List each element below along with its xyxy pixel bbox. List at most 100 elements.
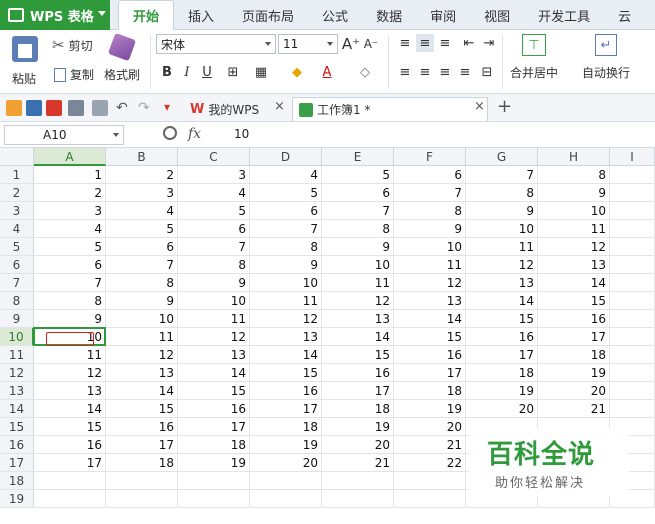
table-cell[interactable]: 18 (538, 346, 610, 364)
table-cell[interactable] (34, 490, 106, 508)
table-cell[interactable]: 9 (178, 274, 250, 292)
table-cell[interactable] (610, 238, 655, 256)
row-header[interactable]: 5 (0, 238, 34, 256)
table-cell[interactable] (610, 202, 655, 220)
table-cell[interactable]: 10 (538, 202, 610, 220)
table-cell[interactable]: 5 (250, 184, 322, 202)
table-cell[interactable] (322, 472, 394, 490)
table-cell[interactable]: 3 (178, 166, 250, 184)
table-cell[interactable]: 13 (178, 346, 250, 364)
table-cell[interactable]: 17 (178, 418, 250, 436)
row-header[interactable]: 7 (0, 274, 34, 292)
row-header[interactable]: 9 (0, 310, 34, 328)
table-cell[interactable]: 6 (106, 238, 178, 256)
table-cell[interactable]: 17 (250, 400, 322, 418)
table-cell[interactable]: 9 (106, 292, 178, 310)
table-cell[interactable]: 14 (322, 328, 394, 346)
table-cell[interactable]: 8 (394, 202, 466, 220)
table-cell[interactable]: 4 (178, 184, 250, 202)
table-cell[interactable] (610, 310, 655, 328)
table-cell[interactable]: 21 (538, 400, 610, 418)
column-header[interactable]: F (394, 148, 466, 166)
zoom-icon[interactable] (163, 126, 177, 140)
underline-icon[interactable]: U (198, 63, 216, 81)
table-cell[interactable] (610, 166, 655, 184)
column-header[interactable]: C (178, 148, 250, 166)
table-cell[interactable]: 4 (34, 220, 106, 238)
table-cell[interactable]: 2 (34, 184, 106, 202)
table-cell[interactable]: 16 (106, 418, 178, 436)
table-cell[interactable]: 12 (106, 346, 178, 364)
table-cell[interactable] (610, 292, 655, 310)
table-cell[interactable]: 3 (106, 184, 178, 202)
table-cell[interactable]: 18 (466, 364, 538, 382)
table-cell[interactable]: 15 (322, 346, 394, 364)
table-cell[interactable] (322, 490, 394, 508)
table-cell[interactable]: 14 (34, 400, 106, 418)
tab-8[interactable]: 云 (604, 0, 645, 30)
cut-button[interactable]: 剪切 (52, 36, 93, 54)
save-icon[interactable] (26, 100, 42, 116)
table-cell[interactable] (250, 490, 322, 508)
table-cell[interactable]: 11 (538, 220, 610, 238)
italic-icon[interactable]: I (178, 63, 196, 81)
table-cell[interactable]: 19 (466, 382, 538, 400)
table-cell[interactable]: 17 (322, 382, 394, 400)
customize-icon[interactable]: ▾ (164, 100, 180, 116)
table-cell[interactable] (106, 472, 178, 490)
table-cell[interactable] (178, 490, 250, 508)
tab-workbook[interactable]: 工作簿1 * (292, 97, 488, 121)
align-middle-icon[interactable]: ≡ (416, 34, 434, 52)
table-cell[interactable]: 6 (394, 166, 466, 184)
select-all-corner[interactable] (0, 148, 34, 166)
table-cell[interactable]: 9 (34, 310, 106, 328)
table-cell[interactable]: 5 (178, 202, 250, 220)
table-cell[interactable]: 9 (250, 256, 322, 274)
table-cell[interactable]: 11 (322, 274, 394, 292)
table-cell[interactable]: 15 (250, 364, 322, 382)
font-color-icon[interactable]: A (318, 63, 336, 81)
table-cell[interactable]: 18 (394, 382, 466, 400)
row-header[interactable]: 14 (0, 400, 34, 418)
table-cell[interactable] (610, 184, 655, 202)
fill-color-icon[interactable]: ◆ (288, 63, 306, 81)
name-box[interactable]: A10 (4, 125, 124, 145)
table-cell[interactable]: 7 (394, 184, 466, 202)
table-cell[interactable]: 15 (466, 310, 538, 328)
table-cell[interactable]: 17 (466, 346, 538, 364)
table-cell[interactable]: 10 (466, 220, 538, 238)
table-cell[interactable]: 5 (106, 220, 178, 238)
table-cell[interactable]: 2 (106, 166, 178, 184)
table-cell[interactable]: 16 (34, 436, 106, 454)
table-cell[interactable]: 5 (34, 238, 106, 256)
table-cell[interactable]: 5 (322, 166, 394, 184)
table-cell[interactable]: 10 (250, 274, 322, 292)
table-cell[interactable]: 18 (106, 454, 178, 472)
column-header[interactable]: A (34, 148, 106, 166)
table-cell[interactable]: 18 (322, 400, 394, 418)
table-cell[interactable]: 18 (250, 418, 322, 436)
tab-my-wps[interactable]: W 我的WPS (184, 97, 288, 121)
table-cell[interactable]: 7 (250, 220, 322, 238)
undo-icon[interactable]: ↶ (116, 100, 132, 116)
table-cell[interactable]: 16 (250, 382, 322, 400)
formula-input[interactable]: 10 (234, 127, 249, 141)
column-header[interactable]: I (610, 148, 655, 166)
close-icon[interactable]: × (274, 99, 285, 114)
table-cell[interactable]: 18 (178, 436, 250, 454)
column-header[interactable]: D (250, 148, 322, 166)
align-left-icon[interactable]: ≡ (396, 63, 414, 81)
row-header[interactable]: 16 (0, 436, 34, 454)
column-header[interactable]: H (538, 148, 610, 166)
table-cell[interactable]: 13 (538, 256, 610, 274)
tab-7[interactable]: 开发工具 (524, 0, 604, 30)
table-cell[interactable]: 14 (178, 364, 250, 382)
table-cell[interactable]: 10 (106, 310, 178, 328)
table-cell[interactable]: 12 (394, 274, 466, 292)
table-cell[interactable]: 7 (106, 256, 178, 274)
table-cell[interactable]: 10 (394, 238, 466, 256)
table-cell[interactable]: 10 (178, 292, 250, 310)
table-cell[interactable]: 8 (322, 220, 394, 238)
table-cell[interactable]: 17 (34, 454, 106, 472)
increase-indent-icon[interactable]: ⇥ (480, 34, 498, 52)
